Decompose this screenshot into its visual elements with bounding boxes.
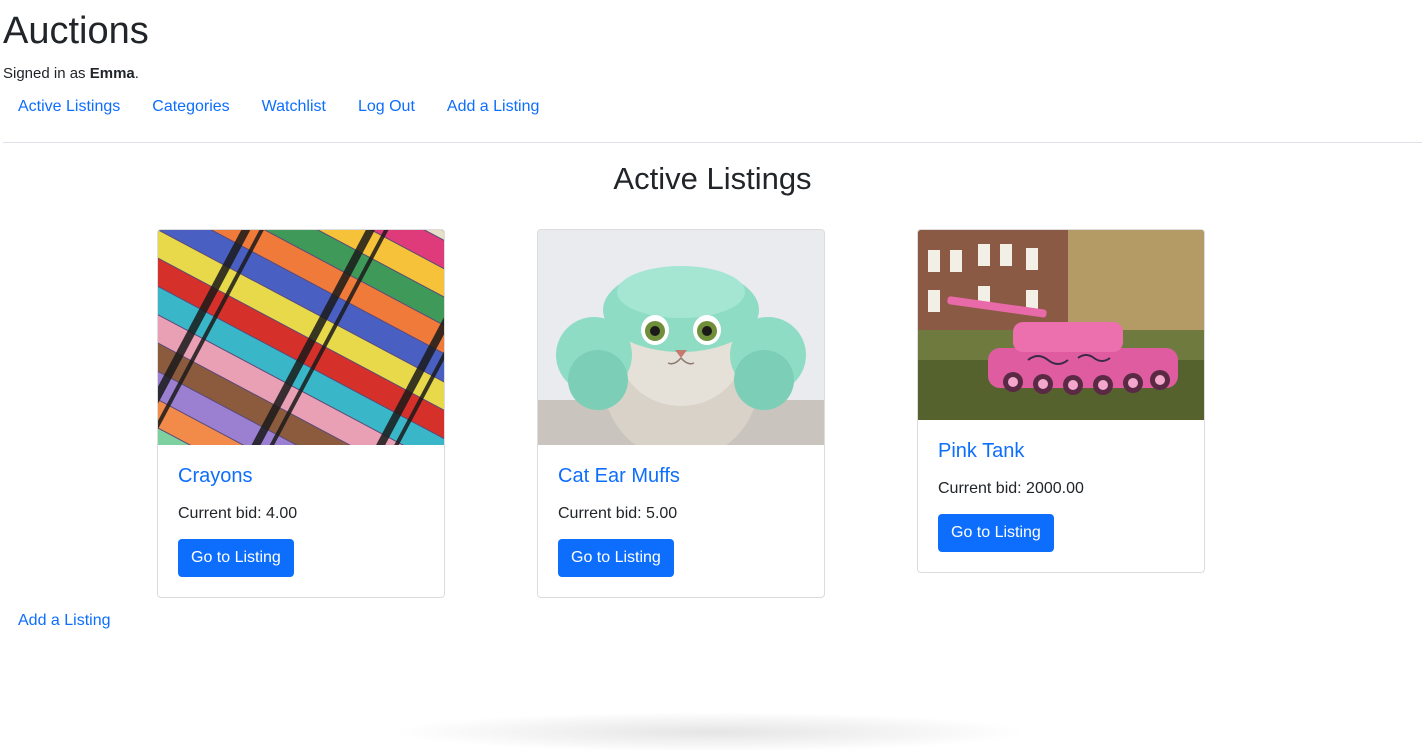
nav-watchlist[interactable]: Watchlist [262, 96, 326, 118]
listing-card-crayons: Crayons Current bid: 4.00 Go to Listing [157, 229, 445, 598]
go-to-listing-button[interactable]: Go to Listing [178, 539, 294, 577]
nav-active-listings[interactable]: Active Listings [18, 96, 120, 118]
header-divider [3, 142, 1422, 143]
nav-add-listing[interactable]: Add a Listing [447, 96, 540, 118]
nav-categories[interactable]: Categories [152, 96, 229, 118]
site-title: Auctions [3, 10, 149, 52]
signed-in-suffix: . [134, 65, 139, 82]
listing-card-pink-tank: Pink Tank Current bid: 2000.00 Go to Lis… [917, 229, 1205, 573]
cat-ear-muffs-image[interactable] [538, 230, 824, 445]
add-listing-footer-link[interactable]: Add a Listing [18, 610, 111, 632]
current-bid: Current bid: 4.00 [178, 505, 298, 522]
crayons-image[interactable] [158, 230, 444, 445]
main-nav: Active Listings Categories Watchlist Log… [18, 96, 571, 118]
current-bid: Current bid: 2000.00 [938, 480, 1084, 497]
pink-tank-photo [918, 230, 1204, 420]
card-body: Cat Ear Muffs Current bid: 5.00 Go to Li… [538, 445, 824, 597]
cat-ear-muffs-photo [538, 230, 824, 445]
bottom-shadow [390, 712, 1030, 752]
crayons-photo [158, 230, 444, 445]
listing-title[interactable]: Pink Tank [938, 438, 1184, 464]
listing-title[interactable]: Crayons [178, 463, 424, 489]
listing-card-cat-ear-muffs: Cat Ear Muffs Current bid: 5.00 Go to Li… [537, 229, 825, 598]
pink-tank-image[interactable] [918, 230, 1204, 420]
nav-log-out[interactable]: Log Out [358, 96, 415, 118]
card-body: Crayons Current bid: 4.00 Go to Listing [158, 445, 444, 597]
signed-in-text: Signed in as Emma. [3, 64, 139, 84]
card-body: Pink Tank Current bid: 2000.00 Go to Lis… [918, 420, 1204, 572]
username: Emma [89, 65, 135, 82]
listing-title[interactable]: Cat Ear Muffs [558, 463, 804, 489]
go-to-listing-button[interactable]: Go to Listing [558, 539, 674, 577]
page-title: Active Listings [613, 161, 812, 196]
go-to-listing-button[interactable]: Go to Listing [938, 514, 1054, 552]
signed-in-prefix: Signed in as [3, 65, 90, 82]
current-bid: Current bid: 5.00 [558, 505, 678, 522]
